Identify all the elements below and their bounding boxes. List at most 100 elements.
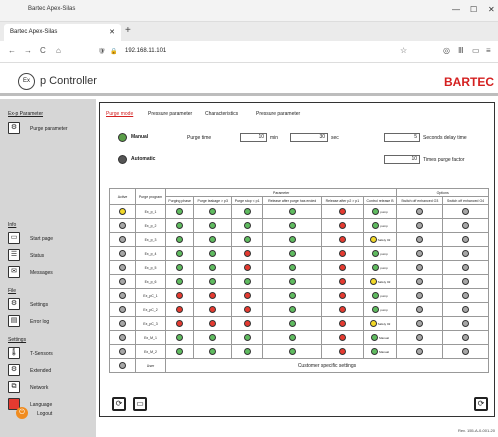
status-led-icon[interactable] [209, 264, 217, 271]
status-led-icon[interactable] [288, 236, 296, 243]
status-led-icon[interactable] [119, 264, 126, 271]
status-led-icon[interactable] [369, 236, 377, 243]
status-led-icon[interactable] [119, 348, 126, 355]
status-led-icon[interactable] [462, 306, 470, 313]
status-led-icon[interactable] [372, 222, 380, 229]
status-led-icon[interactable] [372, 250, 380, 257]
status-led-icon[interactable] [176, 250, 184, 257]
status-led-icon[interactable] [119, 250, 126, 257]
status-led-icon[interactable] [243, 264, 251, 271]
status-led-icon[interactable] [288, 320, 296, 327]
tab-close-icon[interactable]: ✕ [109, 28, 115, 36]
manual-radio[interactable] [118, 133, 127, 142]
new-tab-icon[interactable]: + [125, 25, 131, 36]
status-led-icon[interactable] [288, 292, 296, 299]
tab-pressure-parameter-2[interactable]: Pressure parameter [256, 111, 300, 117]
status-led-icon[interactable] [119, 292, 126, 299]
status-led-icon[interactable] [119, 306, 126, 313]
status-led-icon[interactable] [243, 222, 251, 229]
status-led-icon[interactable] [243, 292, 251, 299]
status-led-icon[interactable] [416, 306, 424, 313]
status-led-icon[interactable] [243, 306, 251, 313]
automatic-radio[interactable] [118, 155, 127, 164]
status-led-icon[interactable] [119, 362, 126, 369]
status-led-icon[interactable] [338, 334, 346, 341]
status-led-icon[interactable] [176, 306, 184, 313]
status-led-icon[interactable] [462, 264, 470, 271]
status-led-icon[interactable] [119, 278, 126, 285]
url-bar[interactable]: 192.168.11.101 [125, 48, 166, 54]
status-led-icon[interactable] [176, 334, 184, 341]
status-led-icon[interactable] [338, 250, 346, 257]
status-led-icon[interactable] [372, 208, 380, 215]
status-led-icon[interactable] [416, 348, 424, 355]
status-led-icon[interactable] [176, 208, 184, 215]
delay-time-field[interactable]: 5 [384, 133, 420, 142]
status-led-icon[interactable] [288, 306, 296, 313]
logout-icon[interactable]: ⏻ [16, 407, 28, 419]
refresh-button[interactable]: ⟳ [474, 397, 488, 411]
status-led-icon[interactable] [369, 320, 377, 327]
monitor-button[interactable]: ▭ [133, 397, 147, 411]
status-led-icon[interactable] [176, 320, 184, 327]
tab-characteristics[interactable]: Characteristics [205, 111, 238, 117]
status-led-icon[interactable] [119, 334, 126, 341]
status-led-icon[interactable] [416, 208, 424, 215]
menu-icon[interactable]: ≡ [486, 46, 491, 55]
browser-tab[interactable]: Bartec Apex-Silas ✕ [4, 24, 121, 41]
status-led-icon[interactable] [243, 278, 251, 285]
home-icon[interactable]: ⌂ [56, 46, 61, 55]
sidebar-item-start-page[interactable]: ▭ Start page [8, 232, 92, 245]
status-led-icon[interactable] [243, 348, 251, 355]
status-led-icon[interactable] [288, 348, 296, 355]
sidebar-item-status[interactable]: ☰ Status [8, 249, 92, 262]
tab-pressure-parameter[interactable]: Pressure parameter [148, 111, 192, 117]
status-led-icon[interactable] [119, 208, 126, 215]
status-led-icon[interactable] [462, 348, 470, 355]
purge-time-sec-field[interactable]: 30 [290, 133, 328, 142]
status-led-icon[interactable] [209, 348, 217, 355]
status-led-icon[interactable] [209, 292, 217, 299]
status-led-icon[interactable] [209, 278, 217, 285]
reload-icon[interactable]: C [40, 46, 46, 55]
status-led-icon[interactable] [372, 292, 380, 299]
library-icon[interactable]: Ⅲ [458, 46, 464, 55]
status-led-icon[interactable] [462, 236, 470, 243]
back-icon[interactable]: ← [8, 46, 16, 55]
status-led-icon[interactable] [288, 222, 296, 229]
status-led-icon[interactable] [209, 236, 217, 243]
status-led-icon[interactable] [369, 278, 377, 285]
status-led-icon[interactable] [416, 278, 424, 285]
status-led-icon[interactable] [176, 278, 184, 285]
status-led-icon[interactable] [462, 334, 470, 341]
status-led-icon[interactable] [338, 320, 346, 327]
status-led-icon[interactable] [209, 320, 217, 327]
status-led-icon[interactable] [462, 320, 470, 327]
status-led-icon[interactable] [371, 334, 379, 341]
status-led-icon[interactable] [119, 236, 126, 243]
status-led-icon[interactable] [243, 320, 251, 327]
status-led-icon[interactable] [288, 250, 296, 257]
forward-icon[interactable]: → [24, 46, 32, 55]
status-led-icon[interactable] [243, 208, 251, 215]
pocket-icon[interactable]: ◎ [443, 46, 450, 55]
maximize-icon[interactable]: ☐ [470, 5, 477, 14]
sidebar-item-error-log[interactable]: ▤ Error log [8, 315, 92, 328]
status-led-icon[interactable] [338, 222, 346, 229]
status-led-icon[interactable] [119, 320, 126, 327]
status-led-icon[interactable] [288, 208, 296, 215]
sidebar-item-purge-parameter[interactable]: ⚙ Purge parameter [8, 122, 92, 135]
status-led-icon[interactable] [243, 250, 251, 257]
status-led-icon[interactable] [338, 264, 346, 271]
status-led-icon[interactable] [176, 292, 184, 299]
sidebar-item-settings[interactable]: ⚙ Settings [8, 298, 92, 311]
status-led-icon[interactable] [416, 236, 424, 243]
status-led-icon[interactable] [338, 348, 346, 355]
sidebar-item-network[interactable]: ⧉ Network [8, 381, 92, 394]
sidebar-toggle-icon[interactable]: ▭ [472, 46, 480, 55]
status-led-icon[interactable] [416, 320, 424, 327]
status-led-icon[interactable] [416, 222, 424, 229]
shield-icon[interactable]: 🛡 [98, 48, 106, 55]
sidebar-item-t-sensors[interactable]: 🌡 T-Sensors [8, 347, 92, 360]
status-led-icon[interactable] [176, 348, 184, 355]
